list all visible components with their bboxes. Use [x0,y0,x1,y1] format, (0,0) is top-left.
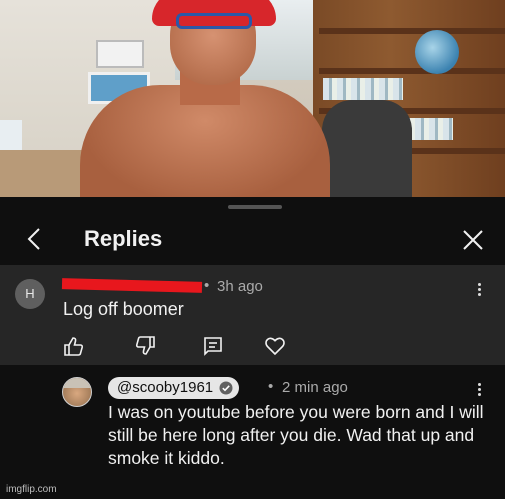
comment-text: Log off boomer [63,299,184,319]
replies-header: Replies [0,215,505,263]
close-icon[interactable] [460,227,486,253]
video-player[interactable] [0,0,505,197]
comment: H • 3h ago Log off boomer [0,265,505,365]
watermark: imgflip.com [6,484,57,495]
video-globe [415,30,459,74]
channel-handle: @scooby1961 [117,379,214,396]
reply-text: I was on youtube before you were born an… [108,402,484,468]
channel-handle-badge[interactable]: @scooby1961 [108,377,240,399]
video-person [60,0,350,197]
drag-handle[interactable] [228,205,282,209]
separator-dot: • [204,277,210,294]
back-arrow-icon[interactable] [22,225,46,253]
reply-comment: @scooby1961 • 2 min ago I was on youtube… [0,367,505,499]
avatar[interactable]: H [15,279,45,309]
comment-timestamp: 3h ago [217,278,263,295]
like-icon[interactable] [62,335,84,357]
comment-actions [62,335,302,357]
more-options-icon[interactable] [473,281,485,303]
avatar[interactable] [62,377,92,407]
heart-icon[interactable] [264,335,286,357]
separator-dot: • [268,378,274,395]
more-options-icon[interactable] [473,381,485,403]
reply-icon[interactable] [202,335,224,357]
reply-timestamp: 2 min ago [282,379,348,396]
redacted-username [61,278,203,293]
person-glasses [176,13,252,29]
verified-check-icon [219,381,233,395]
page-title: Replies [84,226,163,251]
dislike-icon[interactable] [135,335,157,357]
